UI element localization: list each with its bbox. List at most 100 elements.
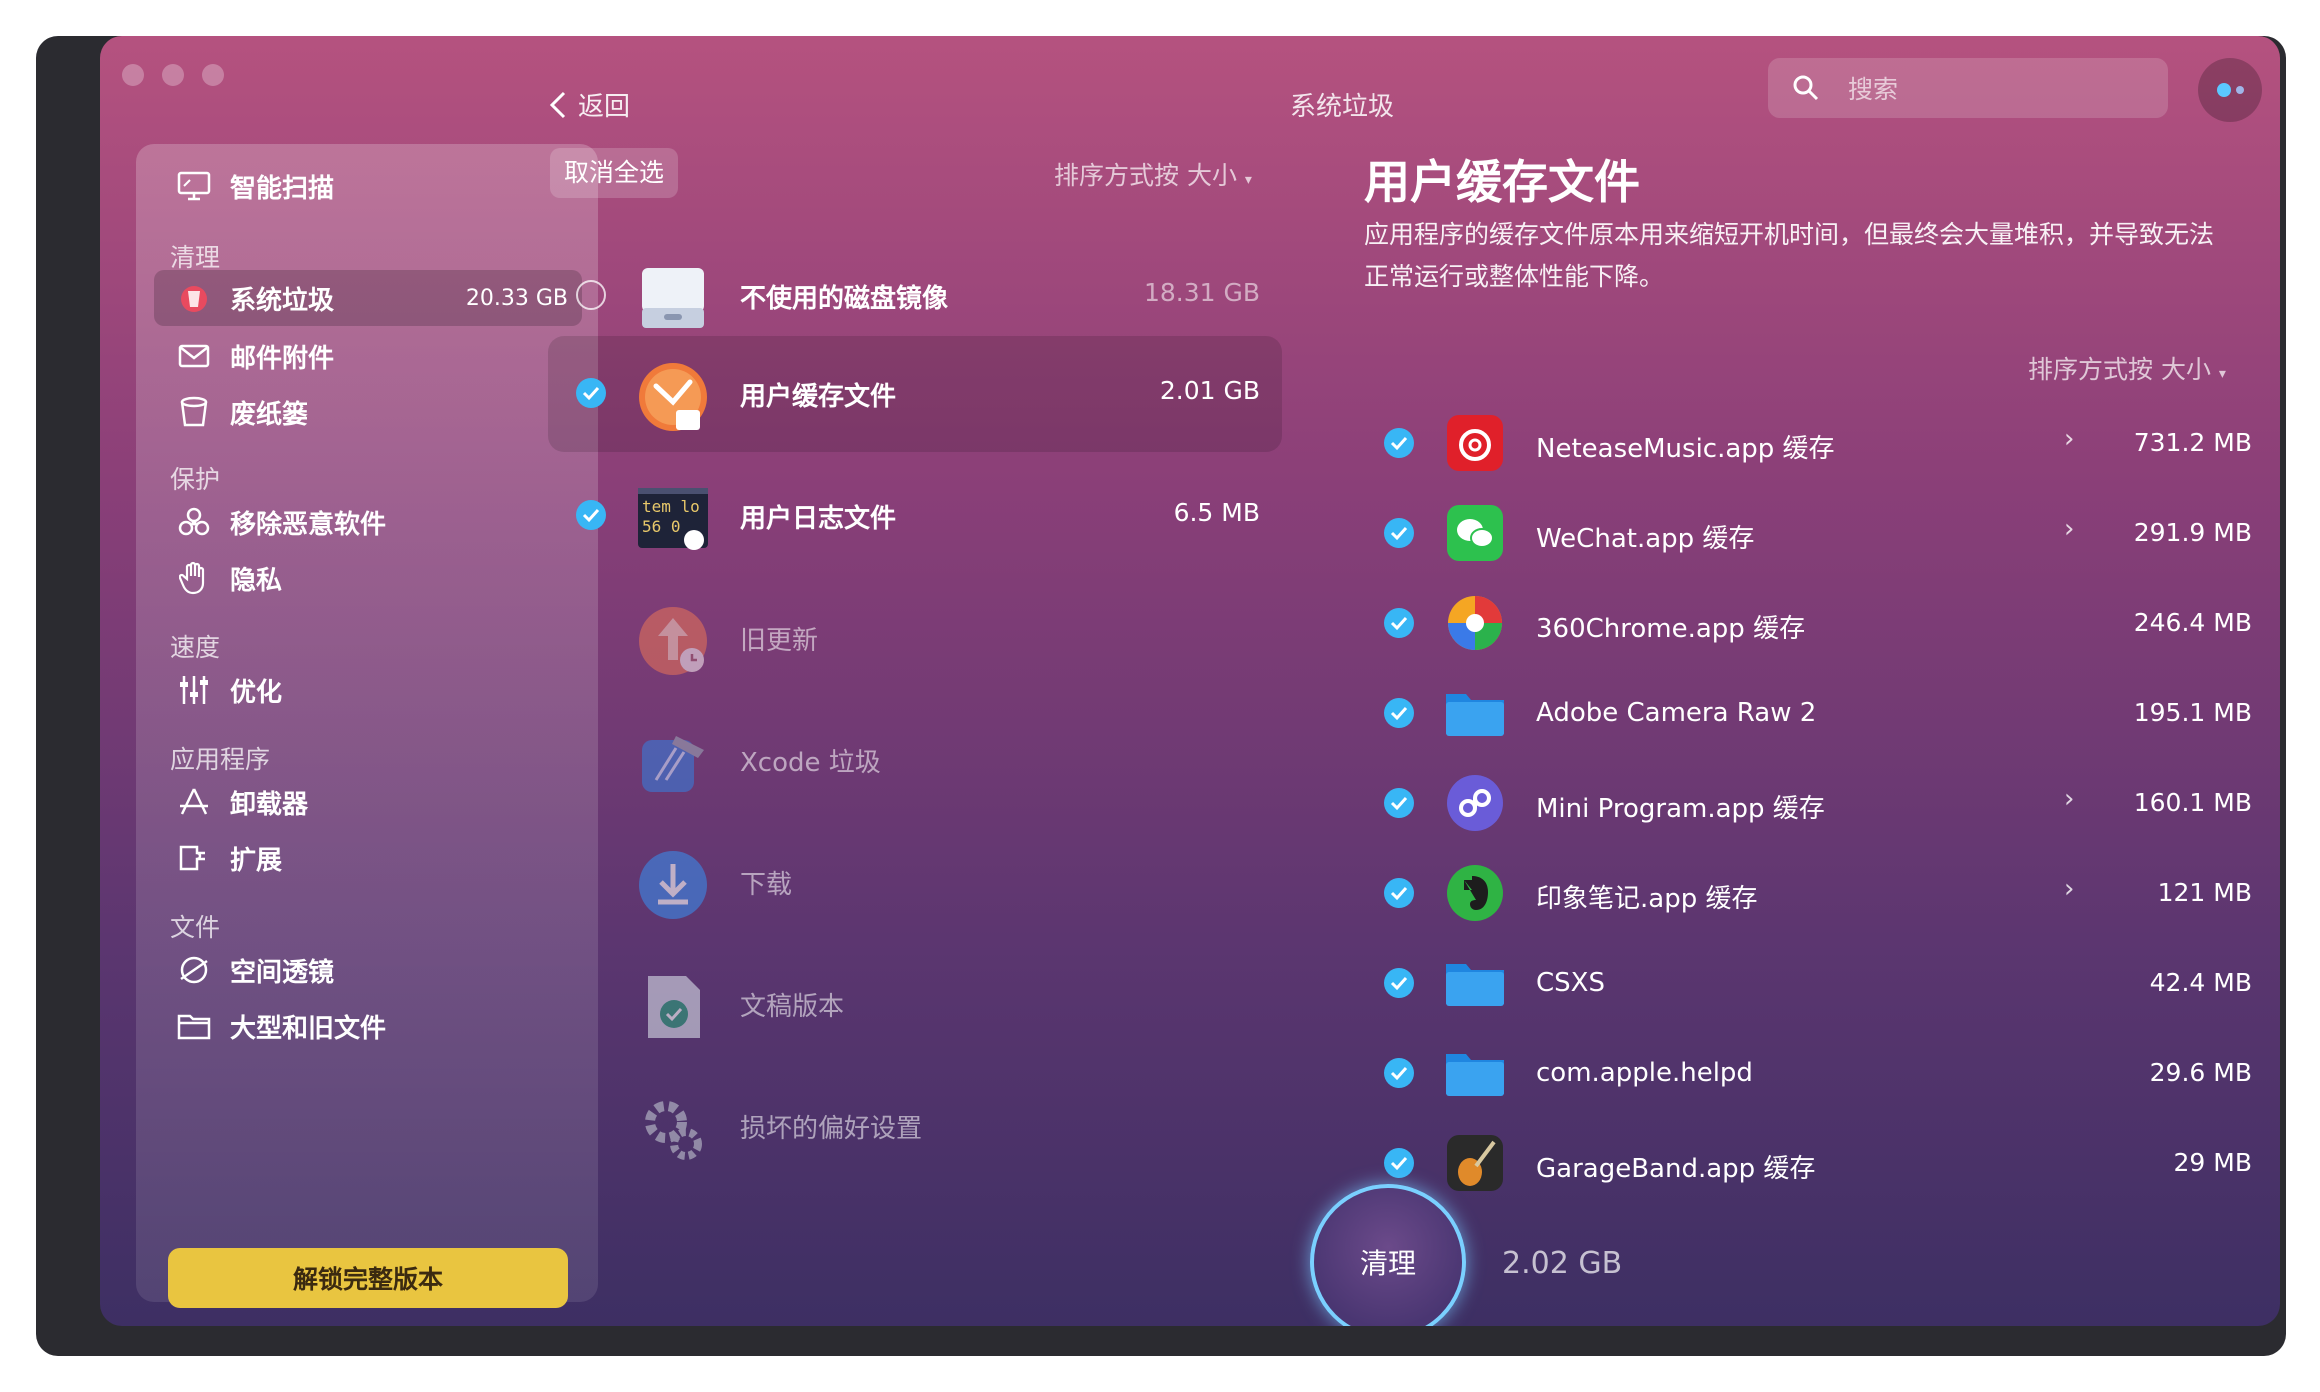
checked-circle-icon[interactable] [1384, 968, 1414, 998]
sidebar-item-malware-removal[interactable]: 移除恶意软件 [154, 494, 582, 550]
garageband-icon [1444, 1132, 1506, 1194]
sidebar-item-label: 移除恶意软件 [230, 509, 387, 540]
sort-caret-icon: ▾ [2218, 366, 2226, 382]
search-field[interactable] [1768, 58, 2168, 120]
chevron-right-icon[interactable]: › [2064, 424, 2074, 454]
sidebar-item-trash[interactable]: 废纸篓 [154, 384, 582, 440]
category-label: 用户缓存文件 [740, 382, 897, 412]
category-downloads[interactable]: 下载 [548, 824, 1282, 940]
cache-row-size: 29 MB [2173, 1148, 2252, 1177]
cache-row-size: 160.1 MB [2133, 788, 2252, 817]
category-broken-preferences[interactable]: 损坏的偏好设置 [548, 1068, 1282, 1184]
detail-description: 应用程序的缓存文件原本用来缩短开机时间，但最终会大量堆积，并导致无法正常运行或整… [1364, 220, 2215, 291]
cache-row-neteasemusic[interactable]: NeteaseMusic.app 缓存 › 731.2 MB [1364, 398, 2252, 488]
cache-row-label: com.apple.helpd [1536, 1058, 1753, 1088]
trash-can-icon [174, 278, 214, 318]
document-version-icon [636, 970, 710, 1044]
back-label: 返回 [578, 92, 631, 122]
cache-row-size: 29.6 MB [2149, 1058, 2252, 1087]
unchecked-circle-icon[interactable] [576, 280, 606, 310]
clean-button[interactable]: 清理 [1310, 1184, 1466, 1326]
checked-circle-icon[interactable] [1384, 788, 1414, 818]
back-button[interactable]: 返回 [548, 86, 630, 123]
disk-image-icon [636, 262, 710, 336]
sidebar-item-large-old-files[interactable]: 大型和旧文件 [154, 998, 582, 1054]
checked-circle-icon[interactable] [1384, 698, 1414, 728]
sidebar-section-speed: 速度 [170, 633, 221, 662]
chevron-right-icon[interactable]: › [2064, 874, 2074, 904]
sidebar-item-uninstaller[interactable]: 卸载器 [154, 774, 582, 830]
cache-row-label: CSXS [1536, 968, 1605, 998]
hand-icon [174, 558, 214, 598]
category-old-updates[interactable]: 旧更新 [548, 580, 1282, 696]
sidebar-item-smart-scan[interactable]: 智能扫描 [154, 158, 582, 214]
folder-icon [1444, 682, 1506, 744]
evernote-icon [1444, 862, 1506, 924]
sidebar-section-files: 文件 [170, 913, 221, 942]
cache-row-label: GarageBand.app 缓存 [1536, 1154, 1816, 1184]
category-label: Xcode 垃圾 [740, 748, 881, 778]
folder-icon [174, 1006, 214, 1046]
checked-circle-icon[interactable] [576, 500, 606, 530]
cache-row-label: Mini Program.app 缓存 [1536, 794, 1825, 824]
cache-row-csxs[interactable]: CSXS 42.4 MB [1364, 938, 2252, 1028]
cache-row-com-apple-helpd[interactable]: com.apple.helpd 29.6 MB [1364, 1028, 2252, 1118]
sidebar-item-privacy[interactable]: 隐私 [154, 550, 582, 606]
category-user-log-files[interactable]: tem lo 56 0 用户日志文件 6.5 MB [548, 458, 1282, 574]
category-label: 文稿版本 [740, 992, 845, 1022]
category-label: 不使用的磁盘镜像 [740, 284, 949, 314]
cache-row-size: 731.2 MB [2133, 428, 2252, 457]
sidebar-section-protect: 保护 [170, 465, 221, 494]
extension-icon [174, 838, 214, 878]
cache-row-evernote[interactable]: 印象笔记.app 缓存 › 121 MB [1364, 848, 2252, 938]
sort-by-size-dropdown[interactable]: 排序方式按 大小 ▾ [1054, 156, 1252, 192]
minimize-window-icon[interactable] [162, 64, 184, 86]
cache-row-adobe-camera-raw[interactable]: Adobe Camera Raw 2 195.1 MB [1364, 668, 2252, 758]
deselect-all-button[interactable]: 取消全选 [550, 148, 679, 198]
assistant-button[interactable] [2198, 58, 2262, 122]
category-label: 下载 [740, 870, 793, 900]
sidebar-item-extensions[interactable]: 扩展 [154, 830, 582, 886]
category-size: 6.5 MB [1173, 498, 1260, 527]
cache-row-360chrome[interactable]: 360Chrome.app 缓存 246.4 MB [1364, 578, 2252, 668]
unlock-full-version-button[interactable]: 解锁完整版本 [168, 1248, 568, 1308]
mini-program-icon [1444, 772, 1506, 834]
category-user-cache-files[interactable]: 用户缓存文件 2.01 GB [548, 336, 1282, 452]
log-file-icon: tem lo 56 0 [636, 482, 710, 556]
chevron-right-icon[interactable]: › [2064, 514, 2074, 544]
category-xcode-junk[interactable]: Xcode 垃圾 [548, 702, 1282, 818]
sliders-icon [174, 670, 214, 710]
sidebar-item-label: 扩展 [230, 845, 283, 876]
cache-row-garageband[interactable]: GarageBand.app 缓存 29 MB [1364, 1118, 2252, 1208]
cache-row-wechat[interactable]: WeChat.app 缓存 › 291.9 MB [1364, 488, 2252, 578]
detail-sort-dropdown[interactable]: 排序方式按 大小 ▾ [2028, 350, 2226, 386]
chevron-right-icon[interactable]: › [2064, 784, 2074, 814]
checked-circle-icon[interactable] [576, 378, 606, 408]
sidebar-item-space-lens[interactable]: 空间透镜 [154, 942, 582, 998]
cache-row-mini-program[interactable]: Mini Program.app 缓存 › 160.1 MB [1364, 758, 2252, 848]
sidebar-item-optimization[interactable]: 优化 [154, 662, 582, 718]
close-window-icon[interactable] [122, 64, 144, 86]
cache-row-label: 360Chrome.app 缓存 [1536, 614, 1806, 644]
checked-circle-icon[interactable] [1384, 428, 1414, 458]
zoom-window-icon[interactable] [202, 64, 224, 86]
checked-circle-icon[interactable] [1384, 608, 1414, 638]
sort-caret-icon: ▾ [1244, 172, 1252, 188]
sidebar-item-label: 隐私 [230, 565, 283, 596]
watermark: CSDN @Cocoa1... [2136, 1364, 2278, 1383]
cache-row-label: 印象笔记.app 缓存 [1536, 884, 1758, 914]
category-document-versions[interactable]: 文稿版本 [548, 946, 1282, 1062]
chrome-360-icon [1444, 592, 1506, 654]
search-input[interactable] [1846, 58, 2150, 120]
folder-icon [1444, 952, 1506, 1014]
sidebar-item-label: 废纸篓 [230, 399, 309, 430]
sidebar-item-mail-attachments[interactable]: 邮件附件 [154, 328, 582, 384]
checked-circle-icon[interactable] [1384, 878, 1414, 908]
sidebar-item-system-junk[interactable]: 系统垃圾 20.33 GB [154, 270, 582, 326]
checked-circle-icon[interactable] [1384, 1148, 1414, 1178]
download-icon [636, 848, 710, 922]
checked-circle-icon[interactable] [1384, 1058, 1414, 1088]
cache-row-label: NeteaseMusic.app 缓存 [1536, 434, 1835, 464]
cache-row-size: 246.4 MB [2133, 608, 2252, 637]
checked-circle-icon[interactable] [1384, 518, 1414, 548]
